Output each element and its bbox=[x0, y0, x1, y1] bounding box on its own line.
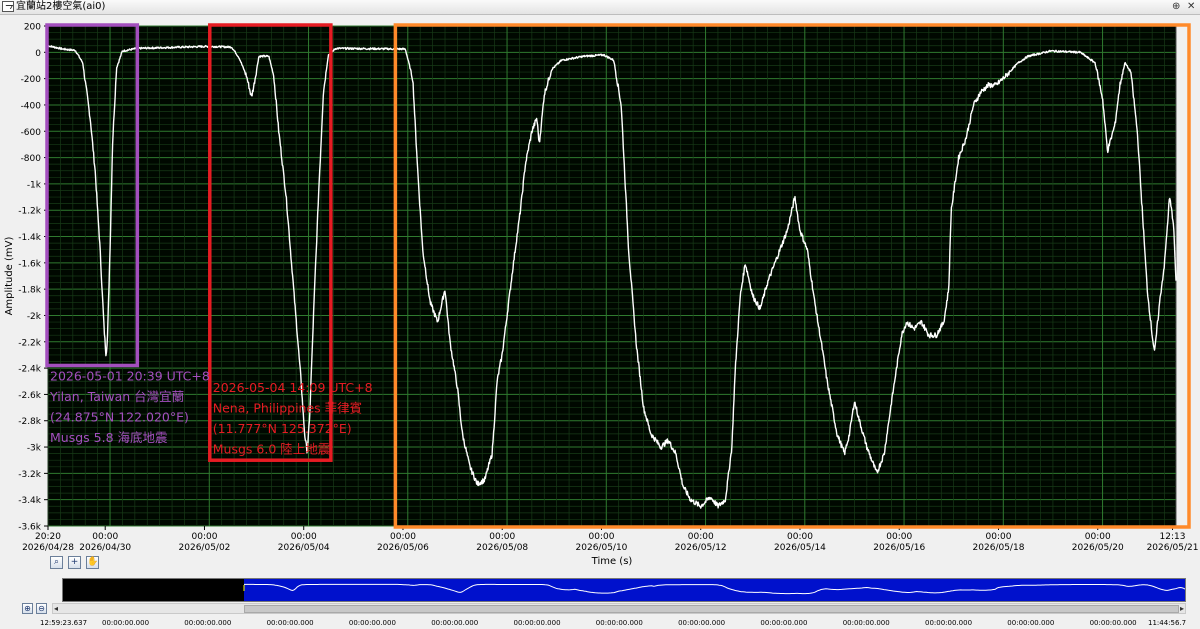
x-tick-time: 00:00 bbox=[390, 532, 416, 542]
navigator-time-label: 11:44:56.7 bbox=[1148, 619, 1187, 627]
y-tick-label: -1k bbox=[27, 180, 42, 190]
navigator-time-label: 00:00:00.000 bbox=[1089, 619, 1137, 627]
navigator-time-label: 00:00:00.000 bbox=[431, 619, 479, 627]
navigator-time-label: 00:00:00.000 bbox=[1007, 619, 1055, 627]
y-tick-label: -1.6k bbox=[18, 259, 42, 269]
y-tick-label: -1.4k bbox=[18, 233, 42, 243]
title-bar: 宜蘭站2樓空氣(ai0) ⊕ ✕ bbox=[0, 0, 1200, 15]
x-tick-date: 2026/05/08 bbox=[476, 543, 528, 553]
y-tick-label: -3k bbox=[27, 444, 42, 454]
y-tick-label: -3.4k bbox=[18, 496, 42, 506]
annotation-purple-line: Yilan, Taiwan 台灣宜蘭 bbox=[49, 389, 184, 404]
y-tick-label: -2.6k bbox=[18, 391, 42, 401]
x-tick-time: 00:00 bbox=[1085, 532, 1111, 542]
zoom-tool-icon[interactable]: ⌕ bbox=[50, 556, 63, 569]
navigator-zoom-out-icon[interactable]: ⊖ bbox=[36, 603, 47, 614]
x-tick-time: 00:00 bbox=[291, 532, 317, 542]
navigator-zoom-in-icon[interactable]: ⊕ bbox=[22, 603, 33, 614]
scroll-right-icon[interactable]: ▸ bbox=[1180, 604, 1184, 613]
y-axis-ticks: 200 0 -200 -400 -600 -800 -1k -1.2k -1.4k -1.6k -1… bbox=[18, 23, 48, 533]
x-axis-label: Time (s) bbox=[591, 556, 633, 567]
annotation-purple-line: Musgs 5.8 海底地震 bbox=[50, 430, 168, 445]
x-tick-time: 00:00 bbox=[192, 532, 218, 542]
y-tick-label: -2.4k bbox=[18, 365, 42, 375]
window-title: 宜蘭站2樓空氣(ai0) bbox=[16, 1, 106, 12]
navigator-time-label: 00:00:00.000 bbox=[842, 619, 890, 627]
x-tick-date: 2026/04/30 bbox=[79, 543, 131, 553]
navigator-trace bbox=[244, 583, 1185, 595]
y-tick-label: -400 bbox=[21, 101, 42, 111]
x-tick-time: 00:00 bbox=[92, 532, 118, 542]
x-tick-time: 00:00 bbox=[986, 532, 1012, 542]
navigator-time-label: 00:00:00.000 bbox=[513, 619, 561, 627]
navigator-time-label: 12:59:23.637 bbox=[40, 619, 88, 627]
navigator-time-label: 00:00:00.000 bbox=[102, 619, 150, 627]
x-tick-date: 2026/05/18 bbox=[973, 543, 1025, 553]
x-tick-time: 00:00 bbox=[688, 532, 714, 542]
annotation-red-line: Musgs 6.0 陸上地震 bbox=[213, 441, 331, 456]
x-tick-date: 2026/05/04 bbox=[278, 543, 330, 553]
scroll-thumb[interactable] bbox=[244, 605, 1179, 613]
y-tick-label: -1.8k bbox=[18, 286, 42, 296]
navigator-time-label: 00:00:00.000 bbox=[595, 619, 643, 627]
annotation-purple-line: 2026-05-01 20:39 UTC+8 bbox=[50, 368, 210, 383]
navigator-time-label: 00:00:00.000 bbox=[760, 619, 808, 627]
x-axis-ticks: 20:202026/04/2800:002026/04/3000:002026/… bbox=[22, 526, 1198, 553]
x-tick-time: 00:00 bbox=[886, 532, 912, 542]
y-tick-label: -2.2k bbox=[18, 338, 42, 348]
x-tick-date: 2026/05/06 bbox=[377, 543, 429, 553]
x-tick-time: 12:13 bbox=[1160, 532, 1186, 542]
navigator-scrollbar[interactable]: ◂ ▸ bbox=[52, 603, 1186, 614]
x-tick-time: 00:00 bbox=[787, 532, 813, 542]
scroll-left-icon[interactable]: ◂ bbox=[54, 604, 58, 613]
navigator-time-label: 00:00:00.000 bbox=[184, 619, 232, 627]
x-tick-date: 2026/04/28 bbox=[22, 543, 74, 553]
navigator-time-label: 00:00:00.000 bbox=[266, 619, 314, 627]
x-tick-time: 00:00 bbox=[489, 532, 515, 542]
y-tick-label: -2k bbox=[27, 312, 42, 322]
y-tick-label: -200 bbox=[21, 75, 42, 85]
y-axis-label: Amplitude (mV) bbox=[4, 236, 15, 315]
y-tick-label: 0 bbox=[35, 49, 41, 59]
cursor-tool-icon[interactable]: + bbox=[68, 556, 81, 569]
navigator-time-label: 00:00:00.000 bbox=[348, 619, 396, 627]
navigator-time-label: 00:00:00.000 bbox=[925, 619, 973, 627]
y-tick-label: -600 bbox=[21, 128, 42, 138]
y-tick-label: 200 bbox=[24, 23, 41, 33]
y-tick-label: -3.6k bbox=[18, 523, 42, 533]
annotation-red-line: (11.777°N 125.372°E) bbox=[213, 421, 352, 436]
navigator-time-labels: 12:59:23.637 00:00:00.000 00:00:00.000 00:0… bbox=[0, 618, 1200, 629]
waveform-chart: 200 0 -200 -400 -600 -800 -1k -1.2k -1.4k -1.6k -1… bbox=[4, 23, 1198, 568]
y-tick-label: -1.2k bbox=[18, 207, 42, 217]
x-tick-date: 2026/05/14 bbox=[774, 543, 826, 553]
x-tick-date: 2026/05/16 bbox=[873, 543, 925, 553]
x-tick-date: 2026/05/20 bbox=[1072, 543, 1124, 553]
annotation-red-line: 2026-05-04 14:09 UTC+8 bbox=[213, 380, 373, 395]
y-tick-label: -2.8k bbox=[18, 417, 42, 427]
waveform-app-icon bbox=[2, 1, 14, 12]
x-tick-date: 2026/05/10 bbox=[576, 543, 628, 553]
x-tick-date: 2026/05/02 bbox=[179, 543, 231, 553]
navigator-time-label: 00:00:00.000 bbox=[678, 619, 726, 627]
close-icon[interactable]: ✕ bbox=[1187, 0, 1195, 14]
pan-tool-icon[interactable]: ✋ bbox=[86, 556, 99, 569]
x-tick-time: 20:20 bbox=[35, 532, 61, 542]
pin-icon[interactable]: ⊕ bbox=[1172, 0, 1180, 14]
annotation-purple-line: (24.875°N 122.020°E) bbox=[50, 409, 189, 424]
x-tick-time: 00:00 bbox=[589, 532, 615, 542]
x-tick-date: 2026/05/21 bbox=[1147, 543, 1199, 553]
x-tick-date: 2026/05/12 bbox=[675, 543, 727, 553]
annotation-red-line: Nena, Philippines 菲律賓 bbox=[213, 400, 362, 415]
overview-navigator[interactable] bbox=[62, 578, 1186, 602]
y-tick-label: -3.2k bbox=[18, 470, 42, 480]
y-tick-label: -800 bbox=[21, 154, 42, 164]
